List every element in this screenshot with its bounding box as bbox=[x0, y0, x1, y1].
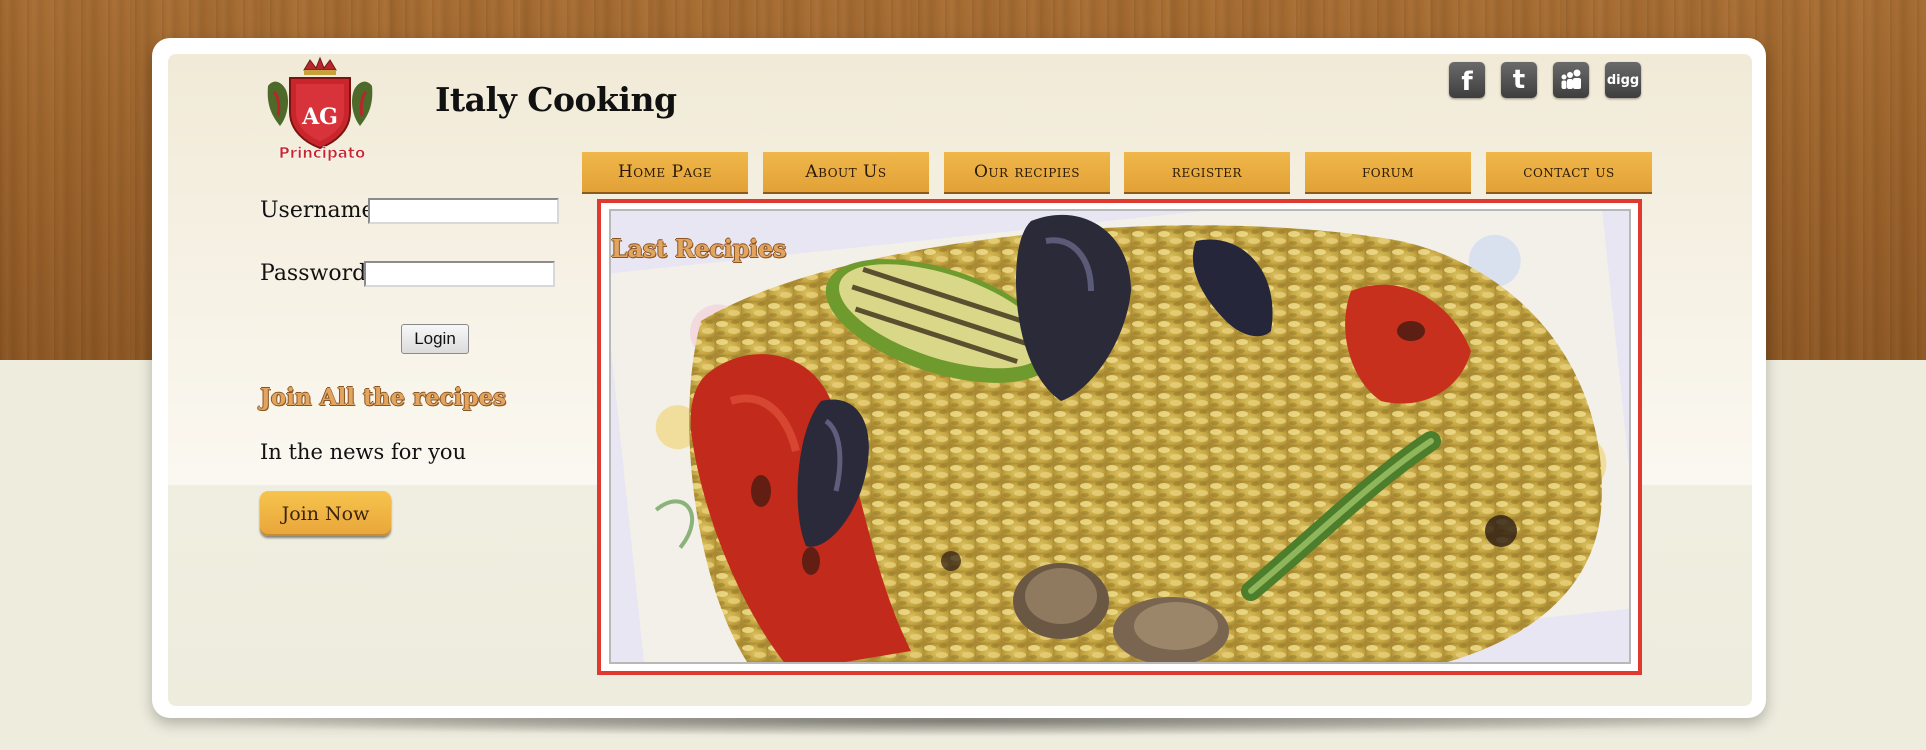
login-button[interactable]: Login bbox=[401, 324, 469, 354]
nav-about-us[interactable]: About Us bbox=[763, 152, 929, 194]
nav-forum[interactable]: forum bbox=[1305, 152, 1471, 194]
nav-register[interactable]: register bbox=[1124, 152, 1290, 194]
twitter-icon[interactable]: t bbox=[1501, 62, 1537, 98]
last-recipes-heading: Last Recipies bbox=[611, 234, 787, 263]
logo[interactable]: AG Principato bbox=[260, 56, 380, 164]
featured-recipe-image[interactable] bbox=[609, 209, 1631, 664]
join-heading: Join All the recipes bbox=[260, 384, 507, 411]
logo-text: Principato bbox=[278, 144, 366, 163]
nav-our-recipies[interactable]: Our recipies bbox=[944, 152, 1110, 194]
facebook-icon[interactable]: f bbox=[1449, 62, 1485, 98]
username-label: Username: bbox=[260, 198, 382, 223]
myspace-people-icon bbox=[1561, 69, 1581, 89]
password-input[interactable] bbox=[364, 261, 555, 287]
risotto-photo bbox=[611, 211, 1629, 662]
nav-contact-us[interactable]: contact us bbox=[1486, 152, 1652, 194]
join-now-button[interactable]: Join Now bbox=[260, 491, 391, 536]
news-text: In the news for you bbox=[260, 440, 467, 464]
digg-icon[interactable]: digg bbox=[1605, 62, 1641, 98]
password-label: Password: bbox=[260, 261, 374, 286]
myspace-icon[interactable] bbox=[1553, 62, 1589, 98]
username-input[interactable] bbox=[368, 198, 559, 224]
nav-home-page[interactable]: Home Page bbox=[582, 152, 748, 194]
svg-text:AG: AG bbox=[301, 104, 338, 130]
site-title[interactable]: Italy Cooking bbox=[435, 80, 677, 119]
